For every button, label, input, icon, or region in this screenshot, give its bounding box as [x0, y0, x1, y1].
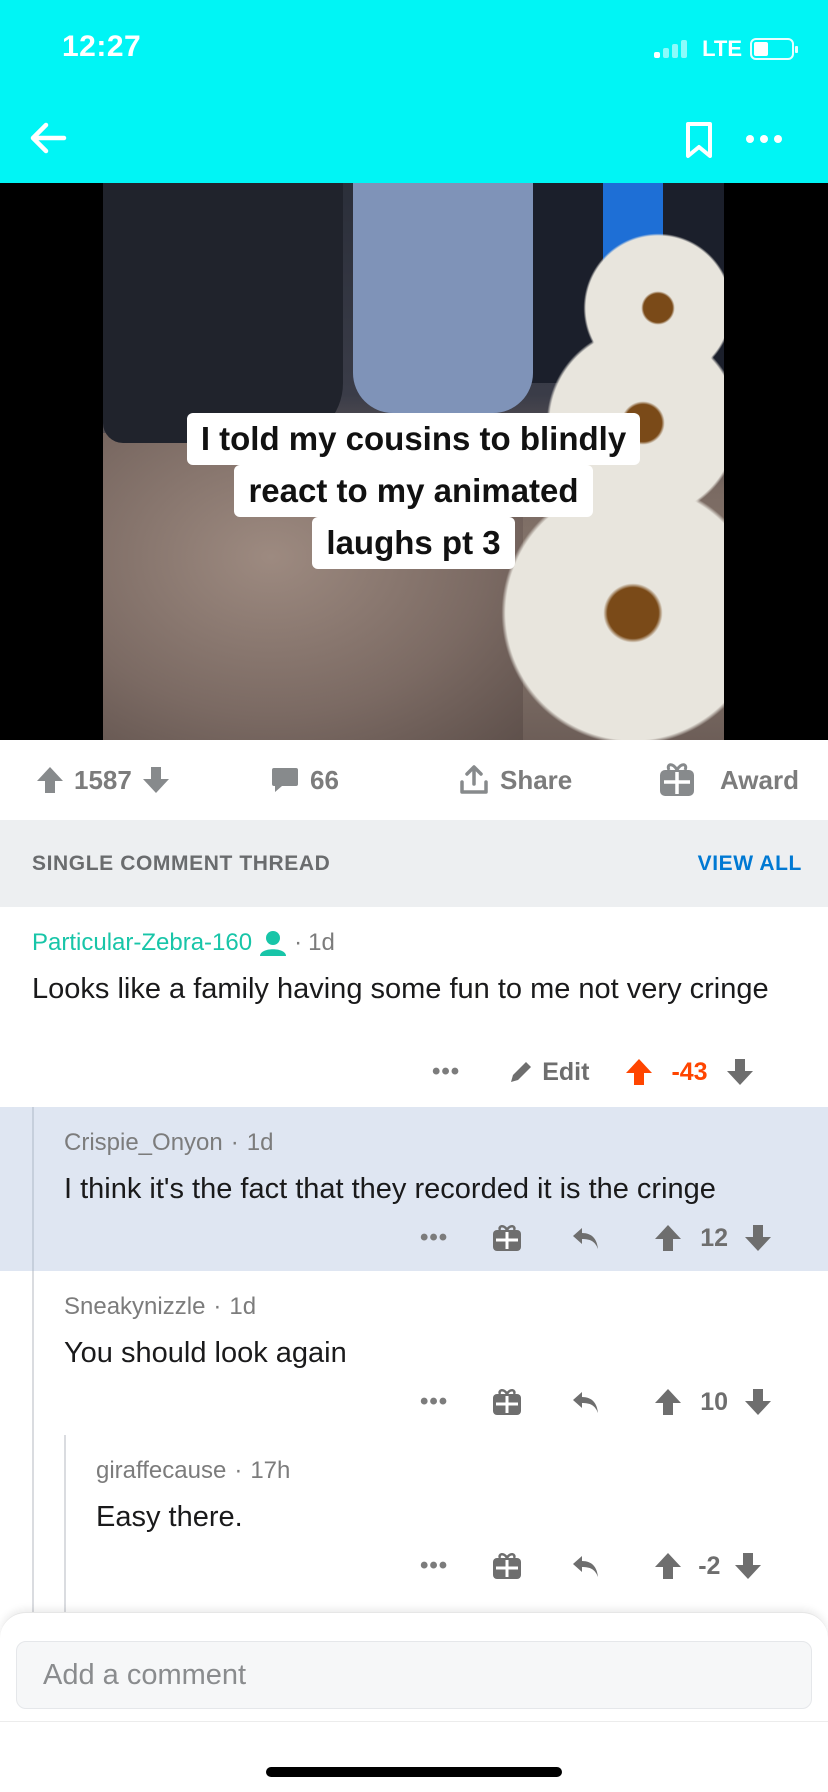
- comment-score: -43: [671, 1057, 708, 1086]
- comment-body: I think it's the fact that they recorded…: [64, 1173, 716, 1205]
- share-icon: [460, 765, 488, 794]
- comment-age: 17h: [250, 1457, 291, 1484]
- comment-author[interactable]: giraffecause: [96, 1457, 226, 1485]
- award-label: Award: [720, 764, 799, 795]
- downvote-icon[interactable]: [744, 1387, 772, 1417]
- gift-icon[interactable]: [492, 1388, 522, 1416]
- thread-line: [32, 1107, 34, 1271]
- network-type: LTE: [702, 36, 742, 61]
- reply-icon[interactable]: [570, 1389, 600, 1415]
- thread-line: [64, 1435, 66, 1612]
- downvote-icon[interactable]: [726, 1057, 754, 1087]
- comment-actions: ••• 12: [420, 1223, 772, 1253]
- caption-line: laughs pt 3: [312, 517, 515, 569]
- comment-age: 1d: [229, 1293, 257, 1320]
- comment-author[interactable]: Sneakynizzle: [64, 1293, 205, 1321]
- comment-age: 1d: [246, 1129, 274, 1156]
- arrow-left-icon: [30, 122, 67, 154]
- back-button[interactable]: [26, 116, 70, 160]
- comment-score: 10: [700, 1387, 729, 1416]
- comment-actions: ••• 10: [420, 1387, 772, 1417]
- comment-actions: ••• -2: [420, 1551, 762, 1581]
- comment-score: -2: [698, 1551, 721, 1580]
- comment-more-button[interactable]: •••: [432, 1058, 460, 1086]
- comment-count: 66: [310, 764, 339, 795]
- comment-author[interactable]: Particular-Zebra-160: [32, 929, 252, 957]
- gift-icon: [660, 763, 694, 796]
- more-options-button[interactable]: [742, 124, 786, 154]
- comment-body: Looks like a family having some fun to m…: [32, 973, 769, 1005]
- comment-sneakynizzle: Sneakynizzle · 1d You should look again …: [0, 1271, 828, 1612]
- post-video[interactable]: I told my cousins to blindly react to my…: [0, 183, 828, 740]
- app-header: 12:27 LTE: [0, 0, 828, 183]
- reply-icon[interactable]: [570, 1225, 600, 1251]
- caption-line: react to my animated: [234, 465, 593, 517]
- gift-icon[interactable]: [492, 1552, 522, 1580]
- comment-body: Easy there.: [96, 1501, 243, 1533]
- signal-icon: [654, 38, 694, 60]
- video-frame: I told my cousins to blindly react to my…: [103, 183, 724, 740]
- upvote-icon[interactable]: [654, 1223, 682, 1253]
- status-time: 12:27: [62, 30, 142, 63]
- comment-more-button[interactable]: •••: [420, 1552, 448, 1580]
- pencil-icon: [511, 1062, 532, 1082]
- comment-body: You should look again: [64, 1337, 347, 1369]
- comment-meta: giraffecause · 17h: [96, 1457, 291, 1485]
- comment-icon: [272, 768, 298, 792]
- comments-button[interactable]: 66: [270, 740, 339, 820]
- post-score: 1587: [74, 764, 132, 795]
- comment-composer: [0, 1612, 828, 1792]
- vote-group: 1587: [36, 740, 170, 820]
- op-user-icon: [260, 931, 287, 956]
- thread-title: SINGLE COMMENT THREAD: [32, 852, 331, 875]
- downvote-icon[interactable]: [744, 1223, 772, 1253]
- home-indicator[interactable]: [266, 1767, 562, 1777]
- share-button[interactable]: Share: [458, 740, 572, 820]
- edit-button[interactable]: Edit: [508, 1058, 589, 1087]
- upvote-icon[interactable]: [36, 765, 64, 795]
- comment-author[interactable]: Crispie_Onyon: [64, 1129, 223, 1157]
- save-post-button[interactable]: [680, 120, 718, 160]
- upvote-active-icon[interactable]: [625, 1057, 653, 1087]
- gift-icon[interactable]: [492, 1224, 522, 1252]
- comment-score: 12: [700, 1223, 729, 1252]
- more-horizontal-icon: [746, 135, 782, 143]
- comment-actions: ••• Edit -43: [432, 1057, 754, 1087]
- comment-giraffecause: giraffecause · 17h Easy there. ••• -2: [0, 1435, 828, 1612]
- reply-icon[interactable]: [570, 1553, 600, 1579]
- bookmark-icon: [686, 122, 712, 158]
- edit-label: Edit: [542, 1057, 590, 1086]
- status-indicators: LTE: [654, 36, 798, 62]
- caption-line: I told my cousins to blindly: [186, 413, 641, 465]
- comment-meta: Crispie_Onyon · 1d: [64, 1129, 274, 1157]
- add-comment-input[interactable]: [16, 1641, 812, 1709]
- comment-age: 1d: [308, 929, 335, 956]
- comment-meta: Particular-Zebra-160 · 1d: [32, 929, 335, 957]
- comment-more-button[interactable]: •••: [420, 1388, 448, 1416]
- thread-header: SINGLE COMMENT THREAD VIEW ALL: [0, 820, 828, 907]
- share-label: Share: [500, 764, 573, 795]
- award-button[interactable]: Award: [658, 740, 799, 820]
- post-action-bar: 1587 66 Share Award: [0, 740, 828, 820]
- video-caption: I told my cousins to blindly react to my…: [103, 413, 724, 569]
- comment-particular-zebra: Particular-Zebra-160 · 1d Looks like a f…: [0, 907, 828, 1107]
- person-left: [103, 183, 343, 443]
- comment-meta: Sneakynizzle · 1d: [64, 1293, 257, 1321]
- comment-more-button[interactable]: •••: [420, 1224, 448, 1252]
- divider: [0, 1721, 828, 1722]
- comment-crispie-onyon: Crispie_Onyon · 1d I think it's the fact…: [0, 1107, 828, 1271]
- battery-icon: [750, 38, 798, 60]
- view-all-link[interactable]: VIEW ALL: [698, 852, 802, 876]
- downvote-icon[interactable]: [142, 765, 170, 795]
- child-sweater: [353, 183, 533, 413]
- downvote-icon[interactable]: [734, 1551, 762, 1581]
- upvote-icon[interactable]: [654, 1387, 682, 1417]
- upvote-icon[interactable]: [654, 1551, 682, 1581]
